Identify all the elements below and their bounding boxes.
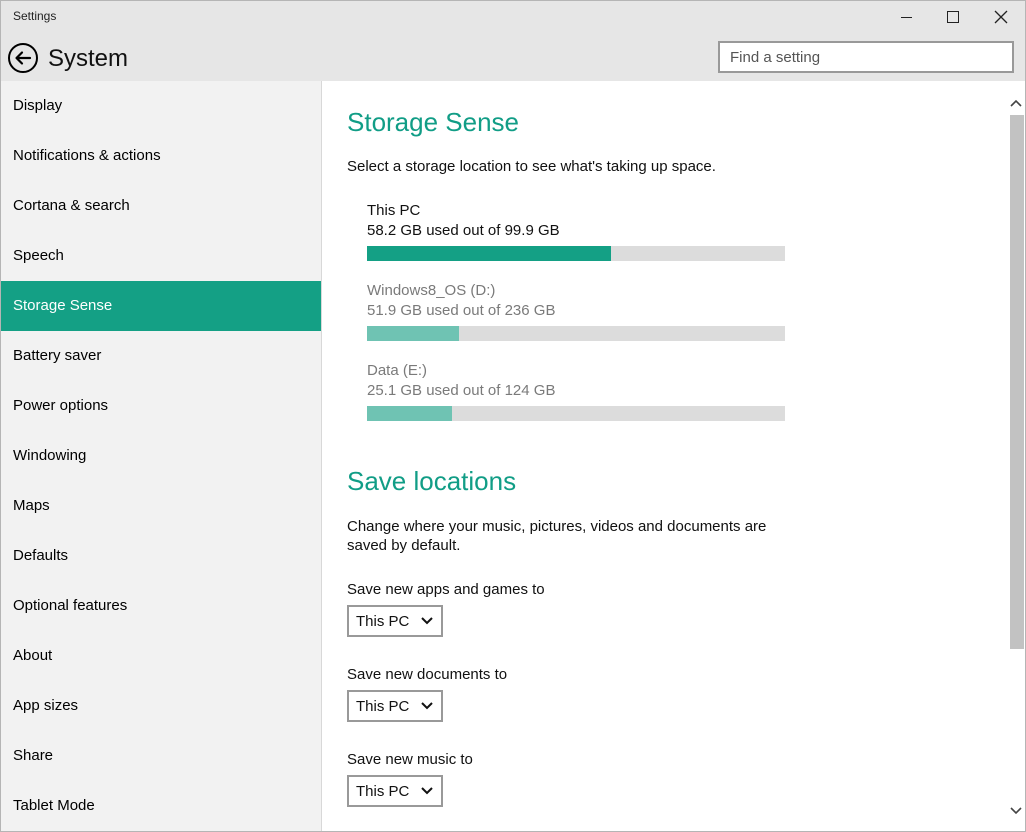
apps-games-dropdown[interactable]: This PC [347,605,443,637]
documents-label: Save new documents to [347,666,508,683]
sidebar-item-power-options[interactable]: Power options [1,381,321,431]
scrollbar-thumb[interactable] [1010,115,1024,649]
maximize-button[interactable] [930,1,976,33]
page-title: System [48,45,129,72]
sidebar-item-speech[interactable]: Speech [1,231,321,281]
sidebar-item-cortana[interactable]: Cortana & search [1,181,321,231]
usage-bar-fill [367,326,459,341]
usage-bar [367,246,785,261]
sidebar-item-optional-features[interactable]: Optional features [1,581,321,631]
window-title: Settings [13,9,57,23]
minimize-icon [900,16,912,18]
search-input[interactable] [720,43,1012,71]
apps-games-label: Save new apps and games to [347,581,545,598]
sidebar-item-about[interactable]: About [1,631,321,681]
back-button[interactable] [8,43,38,73]
sidebar-item-windowing[interactable]: Windowing [1,431,321,481]
search-box[interactable] [718,41,1014,73]
scroll-down-button[interactable] [1007,801,1025,821]
minimize-button[interactable] [883,1,929,33]
drive-usage: 25.1 GB used out of 124 GB [367,382,556,399]
usage-bar-fill [367,246,611,261]
drive-data[interactable]: Data (E:) 25.1 GB used out of 124 GB [367,361,785,421]
sidebar-item-notifications[interactable]: Notifications & actions [1,131,321,181]
chevron-down-icon [1010,807,1022,815]
title-bar[interactable]: Settings [1,1,1025,33]
storage-description: Select a storage location to see what's … [347,158,716,175]
maximize-icon [947,11,959,23]
sidebar-nav: Display Notifications & actions Cortana … [1,81,322,831]
dropdown-value: This PC [356,612,410,630]
back-arrow-icon [15,51,32,65]
close-icon [994,10,1008,24]
drive-usage: 51.9 GB used out of 236 GB [367,302,556,319]
page-header: System [1,33,1025,81]
drive-this-pc[interactable]: This PC 58.2 GB used out of 99.9 GB [367,201,785,261]
sidebar-item-maps[interactable]: Maps [1,481,321,531]
save-locations-description: Change where your music, pictures, video… [347,518,767,554]
main-content: Storage Sense Select a storage location … [323,81,1007,831]
sidebar-item-battery-saver[interactable]: Battery saver [1,331,321,381]
usage-bar [367,406,785,421]
vertical-scrollbar[interactable] [1007,81,1025,831]
drive-name: Windows8_OS (D:) [367,282,496,299]
sidebar-item-defaults[interactable]: Defaults [1,531,321,581]
sidebar-item-tablet-mode[interactable]: Tablet Mode [1,781,321,831]
chevron-down-icon [421,617,433,625]
drive-usage: 58.2 GB used out of 99.9 GB [367,222,560,239]
chevron-down-icon [421,702,433,710]
storage-sense-heading: Storage Sense [347,107,520,137]
music-label: Save new music to [347,751,473,768]
documents-dropdown[interactable]: This PC [347,690,443,722]
sidebar-item-app-sizes[interactable]: App sizes [1,681,321,731]
sidebar-item-storage-sense[interactable]: Storage Sense [1,281,321,331]
music-dropdown[interactable]: This PC [347,775,443,807]
usage-bar [367,326,785,341]
usage-bar-fill [367,406,452,421]
settings-window: Settings System Display Notifications & … [0,0,1026,832]
dropdown-value: This PC [356,697,410,715]
drive-name: This PC [367,202,421,219]
scroll-up-button[interactable] [1007,93,1025,113]
chevron-up-icon [1010,99,1022,107]
save-locations-heading: Save locations [347,466,517,496]
chevron-down-icon [421,787,433,795]
sidebar-item-share[interactable]: Share [1,731,321,781]
close-button[interactable] [978,1,1024,33]
sidebar-item-display[interactable]: Display [1,81,321,131]
drive-windows8-os[interactable]: Windows8_OS (D:) 51.9 GB used out of 236… [367,281,785,341]
dropdown-value: This PC [356,782,410,800]
drive-name: Data (E:) [367,362,428,379]
